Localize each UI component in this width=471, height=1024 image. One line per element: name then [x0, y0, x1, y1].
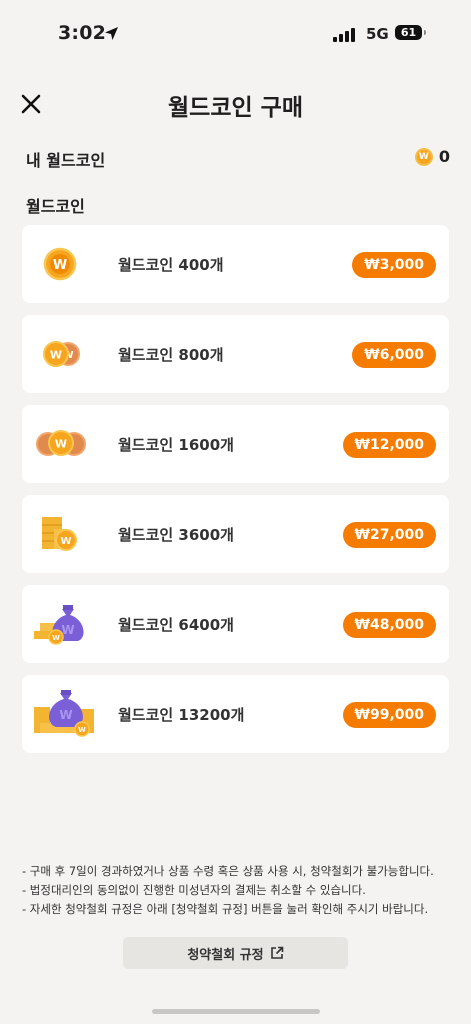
- product-name: 월드코인 800개: [118, 346, 224, 364]
- price-button[interactable]: ₩99,000: [342, 702, 436, 728]
- my-coin-row: 내 월드코인 W 0: [26, 147, 450, 170]
- svg-text:W: W: [78, 726, 86, 734]
- refund-policy-label: 청약철회 규정: [187, 947, 264, 963]
- product-card[interactable]: W 월드코인 3600개 ₩27,000: [22, 495, 449, 573]
- section-title: 월드코인: [26, 197, 85, 216]
- price-button[interactable]: ₩27,000: [342, 522, 436, 548]
- product-card[interactable]: W 월드코인 1600개 ₩12,000: [22, 405, 449, 483]
- refund-notes: - 구매 후 7일이 경과하였거나 상품 수령 혹은 상품 사용 시, 청약철회…: [22, 862, 452, 919]
- product-name: 월드코인 400개: [118, 256, 224, 274]
- my-coin-label: 내 월드코인: [26, 151, 106, 170]
- product-card[interactable]: W W 월드코인 13200개 ₩99,000: [22, 675, 449, 753]
- note-line: - 자세한 청약철회 규정은 아래 [청약철회 규정] 버튼을 눌러 확인해 주…: [22, 902, 429, 916]
- svg-text:W: W: [60, 536, 71, 547]
- note-line: - 법정대리인의 동의없이 진행한 미성년자의 결제는 취소할 수 있습니다.: [22, 883, 366, 897]
- page-title: 월드코인 구매: [168, 95, 303, 121]
- coin-bag-pile-icon: W W: [34, 690, 94, 737]
- product-name: 월드코인 3600개: [118, 526, 234, 544]
- product-name: 월드코인 6400개: [118, 616, 234, 634]
- battery-icon: 61: [395, 25, 422, 40]
- my-coin-value: 0: [438, 147, 450, 166]
- svg-text:W: W: [59, 708, 72, 722]
- signal-icon: [333, 28, 355, 42]
- status-bar: 3:02 5G 61: [0, 0, 471, 70]
- home-indicator: [152, 1009, 320, 1014]
- three-coins-icon: W: [36, 430, 86, 456]
- svg-text:W: W: [53, 258, 67, 273]
- two-coins-icon: W W: [43, 341, 80, 367]
- coin-icon: W: [414, 147, 433, 166]
- price-button[interactable]: ₩12,000: [342, 432, 436, 458]
- product-card[interactable]: W 월드코인 400개 ₩3,000: [22, 225, 449, 303]
- svg-text:W: W: [52, 634, 60, 642]
- external-link-icon: [270, 946, 283, 959]
- note-line: - 구매 후 7일이 경과하였거나 상품 수령 혹은 상품 사용 시, 청약철회…: [22, 864, 434, 878]
- location-arrow-icon: [105, 27, 118, 40]
- network-type: 5G: [366, 25, 389, 43]
- price-button[interactable]: ₩3,000: [352, 252, 436, 278]
- refund-policy-button[interactable]: 청약철회 규정: [123, 937, 348, 969]
- svg-text:W: W: [50, 349, 62, 362]
- price-button[interactable]: ₩48,000: [342, 612, 436, 638]
- coin-bag-icon: W W: [34, 605, 84, 645]
- header: 월드코인 구매: [0, 78, 471, 128]
- price-button[interactable]: ₩6,000: [352, 342, 436, 368]
- single-coin-icon: W: [43, 247, 77, 281]
- product-list: W 월드코인 400개 ₩3,000 W W 월드코인 800개 ₩6,000 …: [22, 225, 449, 765]
- product-name: 월드코인 1600개: [118, 436, 234, 454]
- battery-tip: [424, 30, 426, 35]
- coin-stack-icon: W: [42, 517, 77, 551]
- product-card[interactable]: W W 월드코인 800개 ₩6,000: [22, 315, 449, 393]
- my-coin-balance: W 0: [414, 147, 450, 166]
- status-time: 3:02: [58, 22, 107, 44]
- svg-text:W: W: [55, 438, 67, 451]
- product-card[interactable]: W W 월드코인 6400개 ₩48,000: [22, 585, 449, 663]
- product-name: 월드코인 13200개: [118, 706, 245, 724]
